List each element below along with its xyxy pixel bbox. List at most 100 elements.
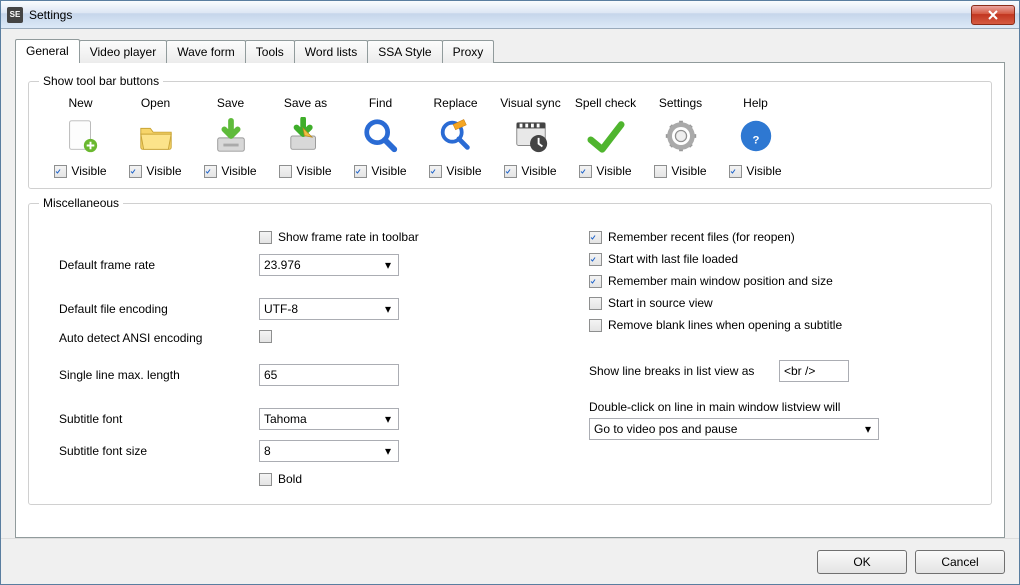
- toolbar-item-label: Settings: [659, 96, 702, 110]
- visible-label: Visible: [296, 164, 331, 178]
- replace-icon: [436, 116, 476, 156]
- toolbar-item-label: Spell check: [575, 96, 636, 110]
- toolbar-groupbox: Show tool bar buttons NewVisibleOpenVisi…: [28, 81, 992, 189]
- start-source-label: Start in source view: [608, 296, 713, 310]
- misc-group-title: Miscellaneous: [39, 196, 123, 210]
- toolbar-item-find: Find Visible: [343, 96, 418, 178]
- dialog-footer: OK Cancel: [1, 538, 1019, 584]
- svg-text:?: ?: [752, 135, 759, 147]
- remove-blank-checkbox[interactable]: [589, 319, 602, 332]
- single-line-max-label: Single line max. length: [59, 368, 259, 382]
- toolbar-item-label: Open: [141, 96, 170, 110]
- misc-groupbox: Miscellaneous Show frame rate in toolbar…: [28, 203, 992, 505]
- visible-checkbox[interactable]: [429, 165, 442, 178]
- tab-general[interactable]: General: [15, 39, 80, 63]
- toolbar-item-save-as: Save as Visible: [268, 96, 343, 178]
- visible-checkbox[interactable]: [654, 165, 667, 178]
- save-icon: [211, 116, 251, 156]
- double-click-value: Go to video pos and pause: [594, 422, 737, 436]
- settings-icon: [661, 116, 701, 156]
- single-line-max-input[interactable]: [259, 364, 399, 386]
- visible-checkbox[interactable]: [354, 165, 367, 178]
- tab-proxy[interactable]: Proxy: [442, 40, 495, 63]
- show-frame-rate-label: Show frame rate in toolbar: [278, 230, 419, 244]
- new-doc-icon: [61, 116, 101, 156]
- subtitle-font-size-combo[interactable]: 8▾: [259, 440, 399, 462]
- chevron-down-icon: ▾: [382, 444, 394, 458]
- ok-button[interactable]: OK: [817, 550, 907, 574]
- default-frame-rate-value: 23.976: [264, 258, 301, 272]
- visible-label: Visible: [146, 164, 181, 178]
- visible-checkbox[interactable]: [504, 165, 517, 178]
- folder-icon: [136, 116, 176, 156]
- visible-checkbox[interactable]: [129, 165, 142, 178]
- tab-strip: GeneralVideo playerWave formToolsWord li…: [15, 39, 1005, 63]
- close-icon: [988, 10, 998, 20]
- start-last-label: Start with last file loaded: [608, 252, 738, 266]
- double-click-label: Double-click on line in main window list…: [589, 400, 973, 414]
- line-breaks-label: Show line breaks in list view as: [589, 364, 779, 378]
- default-encoding-label: Default file encoding: [59, 302, 259, 316]
- visible-checkbox[interactable]: [279, 165, 292, 178]
- chevron-down-icon: ▾: [382, 258, 394, 272]
- subtitle-font-size-label: Subtitle font size: [59, 444, 259, 458]
- visible-label: Visible: [371, 164, 406, 178]
- auto-detect-checkbox[interactable]: [259, 330, 272, 343]
- toolbar-item-label: Save as: [284, 96, 327, 110]
- default-frame-rate-label: Default frame rate: [59, 258, 259, 272]
- toolbar-item-label: Help: [743, 96, 768, 110]
- toolbar-item-settings: SettingsVisible: [643, 96, 718, 178]
- subtitle-font-combo[interactable]: Tahoma▾: [259, 408, 399, 430]
- toolbar-item-label: Find: [369, 96, 392, 110]
- bold-checkbox[interactable]: [259, 473, 272, 486]
- bold-label: Bold: [278, 472, 302, 486]
- visible-checkbox[interactable]: [729, 165, 742, 178]
- visible-label: Visible: [221, 164, 256, 178]
- tab-wave-form[interactable]: Wave form: [166, 40, 246, 63]
- toolbar-item-replace: ReplaceVisible: [418, 96, 493, 178]
- spell-check-icon: [586, 116, 626, 156]
- close-button[interactable]: [971, 5, 1015, 25]
- default-encoding-combo[interactable]: UTF-8▾: [259, 298, 399, 320]
- remember-recent-label: Remember recent files (for reopen): [608, 230, 795, 244]
- remember-window-checkbox[interactable]: [589, 275, 602, 288]
- title-bar: SE Settings: [1, 1, 1019, 29]
- save-as-icon: [286, 116, 326, 156]
- visible-checkbox[interactable]: [579, 165, 592, 178]
- toolbar-item-label: Replace: [433, 96, 477, 110]
- remember-recent-checkbox[interactable]: [589, 231, 602, 244]
- toolbar-item-spell-check: Spell check Visible: [568, 96, 643, 178]
- app-icon: SE: [7, 7, 23, 23]
- double-click-combo[interactable]: Go to video pos and pause ▾: [589, 418, 879, 440]
- visible-checkbox[interactable]: [204, 165, 217, 178]
- remove-blank-label: Remove blank lines when opening a subtit…: [608, 318, 842, 332]
- settings-window: SE Settings GeneralVideo playerWave form…: [0, 0, 1020, 585]
- tab-word-lists[interactable]: Word lists: [294, 40, 368, 63]
- toolbar-row: NewVisibleOpenVisibleSaveVisibleSave asV…: [41, 96, 979, 178]
- toolbar-item-save: SaveVisible: [193, 96, 268, 178]
- default-frame-rate-combo[interactable]: 23.976 ▾: [259, 254, 399, 276]
- subtitle-font-value: Tahoma: [264, 412, 307, 426]
- tab-ssa-style[interactable]: SSA Style: [367, 40, 442, 63]
- content-area: GeneralVideo playerWave formToolsWord li…: [1, 29, 1019, 538]
- window-title: Settings: [29, 8, 971, 22]
- visual-sync-icon: [511, 116, 551, 156]
- misc-left-column: Show frame rate in toolbar Default frame…: [59, 222, 429, 494]
- toolbar-item-label: Visual sync: [500, 96, 560, 110]
- tab-video-player[interactable]: Video player: [79, 40, 168, 63]
- tab-tools[interactable]: Tools: [245, 40, 295, 63]
- tab-panel-general: Show tool bar buttons NewVisibleOpenVisi…: [15, 62, 1005, 538]
- subtitle-font-size-value: 8: [264, 444, 271, 458]
- cancel-button[interactable]: Cancel: [915, 550, 1005, 574]
- chevron-down-icon: ▾: [862, 422, 874, 436]
- start-source-checkbox[interactable]: [589, 297, 602, 310]
- visible-label: Visible: [746, 164, 781, 178]
- chevron-down-icon: ▾: [382, 302, 394, 316]
- start-last-checkbox[interactable]: [589, 253, 602, 266]
- line-breaks-input[interactable]: [779, 360, 849, 382]
- visible-label: Visible: [596, 164, 631, 178]
- toolbar-item-help: Help? Visible: [718, 96, 793, 178]
- visible-checkbox[interactable]: [54, 165, 67, 178]
- auto-detect-label: Auto detect ANSI encoding: [59, 331, 259, 345]
- show-frame-rate-checkbox[interactable]: [259, 231, 272, 244]
